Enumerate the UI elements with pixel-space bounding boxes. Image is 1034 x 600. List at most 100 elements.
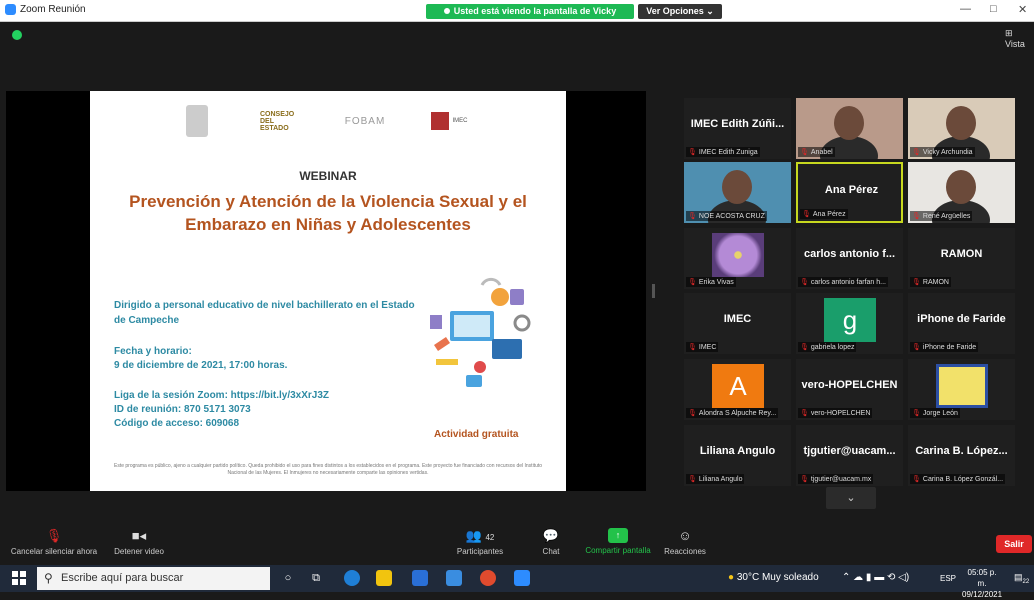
participant-label-text: iPhone de Faride (922, 344, 977, 351)
task-view-icon[interactable]: ⧉ (308, 570, 324, 586)
share-indicator-icon (443, 8, 450, 14)
slide-title-line2: Embarazo en Niñas y Adolescentes (185, 215, 471, 234)
reactions-icon: ☺ (678, 528, 692, 543)
participant-tile[interactable]: 🎙 Jorge León (908, 359, 1015, 420)
logo-text: CONSEJO DEL ESTADO (260, 110, 295, 132)
participants-button[interactable]: 👥 42 Participantes (452, 528, 508, 556)
system-tray-icons[interactable]: ⌃ ☁ ▮ ▬ ⟲ ◁) (842, 572, 909, 583)
reactions-button[interactable]: ☺ Reacciones (662, 528, 708, 556)
cortana-icon[interactable]: ○ (280, 570, 296, 586)
muted-mic-icon: 🎙 (45, 528, 63, 543)
participant-label: 🎙 gabriela lopez (798, 342, 857, 352)
muted-mic-icon: 🎙 (688, 410, 697, 417)
chat-button[interactable]: 💬 Chat (536, 528, 566, 556)
file-explorer-icon[interactable] (376, 570, 392, 586)
participant-label: 🎙 carlos antonio farfan h... (798, 277, 888, 287)
participant-tile[interactable]: 🎙 Erika Vivas (684, 228, 791, 289)
weather-text: 30°C Muy soleado (736, 572, 819, 583)
participant-label: 🎙 NOE ACOSTA CRUZ (686, 211, 767, 221)
zoom-taskbar-icon[interactable] (514, 570, 530, 586)
view-label: Vista (1005, 39, 1025, 49)
participant-tile[interactable]: IMEC Edith Zúñi... 🎙 IMEC Edith Zuniga (684, 98, 791, 159)
participant-label-text: Erika Vivas (698, 279, 734, 286)
taskbar-search[interactable]: ⚲ Escribe aquí para buscar (37, 567, 270, 590)
app-title: Zoom Reunión (5, 4, 86, 15)
participant-label: 🎙 vero-HOPELCHEN (798, 408, 873, 418)
participants-icon: 👥 42 (465, 528, 495, 543)
participant-label: 🎙 Vicky Archundia (910, 147, 975, 157)
participant-label-text: Alondra S Alpuche Rey... (698, 410, 777, 417)
unmute-button[interactable]: 🎙 Cancelar silenciar ahora (8, 528, 100, 556)
share-screen-button[interactable]: ↑ Compartir pantalla (580, 528, 656, 555)
mail-icon[interactable] (446, 570, 462, 586)
notifications-icon[interactable]: ▤22 (1014, 572, 1029, 585)
video-camera-icon: ■◂ (131, 528, 147, 543)
participant-name: carlos antonio f... (803, 248, 896, 260)
muted-mic-icon: 🎙 (912, 213, 921, 220)
participant-tile[interactable]: RAMON 🎙 RAMON (908, 228, 1015, 289)
participant-tile[interactable]: vero-HOPELCHEN 🎙 vero-HOPELCHEN (796, 359, 903, 420)
participant-label-text: Carina B. López Gonzál... (922, 476, 1004, 483)
participant-label: 🎙 Liliana Angulo (686, 474, 745, 484)
weather-widget[interactable]: ● 30°C Muy soleado (728, 572, 819, 583)
slide-title-line1: Prevención y Atención de la Violencia Se… (129, 192, 527, 211)
participant-name: Carina B. López... (915, 445, 1008, 457)
participant-face (946, 170, 976, 204)
chrome-icon[interactable] (480, 570, 496, 586)
participant-avatar: g (824, 298, 876, 342)
muted-mic-icon: 🎙 (800, 344, 809, 351)
zoom-link: Liga de la sesión Zoom: https://bit.ly/3… (114, 390, 330, 401)
stop-video-button[interactable]: ■◂ Detener video (110, 528, 168, 556)
fobam-logo: FOBAM (344, 115, 386, 127)
language-indicator[interactable]: ESP (940, 574, 956, 583)
clock[interactable]: 05:05 p. m. 09/12/2021 (962, 567, 1002, 600)
participant-name: Ana Pérez (824, 184, 879, 196)
splitter-handle[interactable] (652, 284, 655, 298)
campeche-seal-logo (186, 105, 208, 137)
search-icon: ⚲ (44, 571, 53, 585)
participant-label: 🎙 RAMON (910, 277, 951, 287)
muted-mic-icon: 🎙 (802, 211, 811, 218)
window-title: Zoom Reunión (20, 4, 86, 15)
imec-logo: IMEC (418, 105, 480, 137)
close-button[interactable]: ✕ (1018, 3, 1027, 16)
participants-label: Participantes (456, 547, 504, 556)
muted-mic-icon: 🎙 (688, 149, 697, 156)
chat-icon: 💬 (542, 528, 560, 543)
edge-icon[interactable] (344, 570, 360, 586)
maximize-button[interactable]: □ (990, 3, 997, 15)
minimize-button[interactable]: — (960, 3, 971, 15)
participant-tile[interactable]: iPhone de Faride 🎙 iPhone de Faride (908, 293, 1015, 354)
participant-tile[interactable]: Ana Pérez 🎙 Ana Pérez (796, 162, 903, 223)
view-toggle[interactable]: ⊞ Vista (1005, 28, 1034, 49)
schedule-text: 9 de diciembre de 2021, 17:00 horas. (114, 360, 288, 371)
participant-tile[interactable]: 🎙 Anabel (796, 98, 903, 159)
consejo-logo: CONSEJO DEL ESTADO (260, 105, 298, 137)
windows-start-icon[interactable] (12, 571, 26, 585)
participant-tile[interactable]: 🎙 Vicky Archundia (908, 98, 1015, 159)
participant-tile[interactable]: carlos antonio f... 🎙 carlos antonio farfa… (796, 228, 903, 289)
participant-tile[interactable]: IMEC 🎙 IMEC (684, 293, 791, 354)
store-icon[interactable] (412, 570, 428, 586)
participant-label-text: gabriela lopez (810, 344, 855, 351)
crest-image (936, 364, 988, 408)
leave-button[interactable]: Salir (996, 535, 1032, 553)
muted-mic-icon: 🎙 (912, 476, 921, 483)
participant-tile[interactable]: 🎙 René Argüelles (908, 162, 1015, 223)
muted-mic-icon: 🎙 (800, 476, 809, 483)
security-shield-icon[interactable] (12, 30, 22, 40)
muted-mic-icon: 🎙 (800, 410, 809, 417)
participant-tile[interactable]: tjgutier@uacam... 🎙 tjgutier@uacam.mx (796, 425, 903, 486)
participant-label: 🎙 IMEC Edith Zuniga (686, 147, 760, 157)
participant-tile[interactable]: g 🎙 gabriela lopez (796, 293, 903, 354)
title-bar: Zoom Reunión Usted está viendo la pantal… (0, 0, 1034, 31)
share-label: Compartir pantalla (585, 546, 651, 555)
participant-tile[interactable]: Carina B. López... 🎙 Carina B. López Gonzá… (908, 425, 1015, 486)
gallery-next-button[interactable]: ⌄ (826, 487, 876, 509)
participant-label-text: IMEC (698, 344, 717, 351)
participant-tile[interactable]: 🎙 NOE ACOSTA CRUZ (684, 162, 791, 223)
windows-taskbar: ⚲ Escribe aquí para buscar ○ ⧉ ● 30°C Mu… (0, 565, 1034, 599)
participant-tile[interactable]: Liliana Angulo 🎙 Liliana Angulo (684, 425, 791, 486)
view-options-button[interactable]: Ver Opciones ⌄ (638, 4, 722, 19)
participant-tile[interactable]: A 🎙 Alondra S Alpuche Rey... (684, 359, 791, 420)
